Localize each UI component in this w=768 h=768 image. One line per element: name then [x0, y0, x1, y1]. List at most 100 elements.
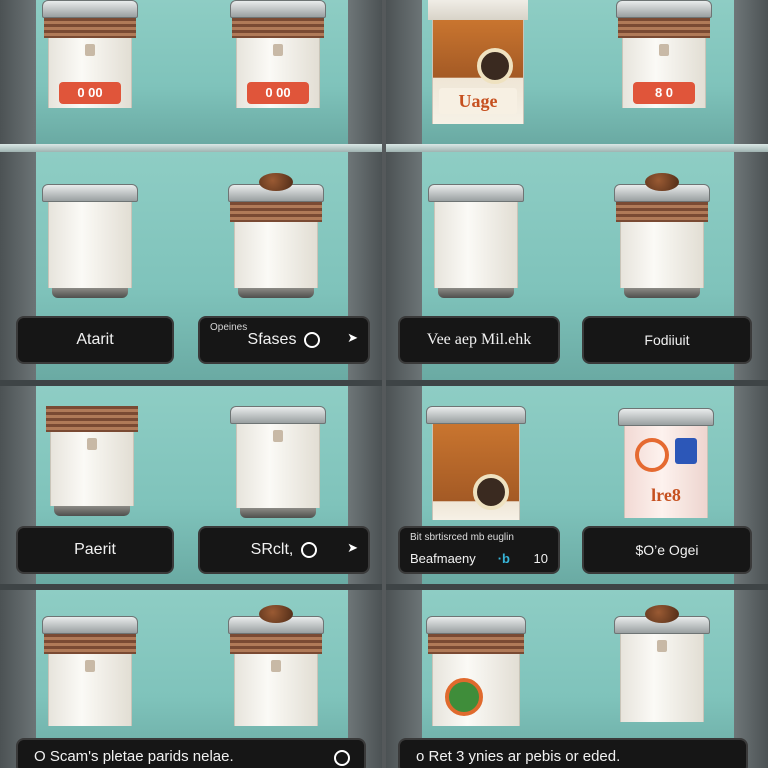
product-label[interactable]: Opeines Sfases ➤ [198, 316, 370, 364]
circle-icon [301, 542, 318, 558]
topping [259, 173, 293, 191]
cup-sticker: Uage [439, 88, 517, 114]
milk-cup-topped[interactable] [228, 173, 324, 298]
shelf-row-3-left: Paerit SRclt, ➤ [0, 386, 382, 590]
cup-sticker: lre8 [651, 485, 681, 505]
cup-band [616, 202, 708, 222]
latte-cup[interactable]: Uage [426, 0, 530, 124]
shelf-row-4-right: o Ret 3 ynies ar pebis or eded. [386, 590, 768, 768]
cup-lid [230, 406, 326, 424]
cup-body [432, 424, 520, 520]
vending-grid: 0 00 0 00 Atarit Opeines Sfases ➤ Paerit… [0, 0, 768, 768]
product-label-subtext: Bit sbrtisrced mb euglin [410, 532, 514, 543]
cup-body: 8 0 [622, 38, 706, 108]
milk-cup-topped[interactable] [614, 605, 710, 722]
cup-band [618, 18, 710, 38]
footer-label-text: o Ret 3 ynies ar pebis or eded. [416, 747, 621, 765]
cup-body [432, 654, 520, 726]
cup-band [44, 18, 136, 38]
cup-tag [87, 438, 97, 450]
price-tag: 8 0 [633, 82, 695, 104]
cup-band [428, 0, 528, 20]
product-label-accent: ·b [497, 551, 510, 566]
cup-body: Uage [432, 20, 524, 124]
printed-cup[interactable] [426, 616, 526, 726]
product-label-text: Vee aep Mil.ehk [426, 331, 532, 348]
shelf-row-3-right: lre8 Bit sbrtisrced mb euglin Beafmaeny … [386, 386, 768, 590]
shelf-divider [0, 144, 382, 152]
milk-cup-topped[interactable] [228, 605, 324, 726]
cup-base [238, 288, 314, 298]
cup-tag [273, 44, 283, 56]
cup-tag [273, 430, 283, 442]
topping [259, 605, 293, 623]
chevron-right-icon[interactable]: ➤ [347, 540, 358, 556]
product-label-subtext: Opeines [210, 322, 248, 333]
cup-body [234, 222, 318, 288]
cup-tag [85, 44, 95, 56]
cup-body [48, 202, 132, 288]
right-column: Uage 8 0 Vee aep Mil.ehk Fodiiuit lre8 B… [386, 0, 768, 768]
cup-base [240, 508, 316, 518]
latte-cup[interactable] [426, 406, 526, 520]
milk-cup[interactable] [428, 184, 524, 298]
product-label[interactable]: Fodiiuit [582, 316, 752, 364]
cup-tag [659, 44, 669, 56]
cup-graphic [635, 438, 669, 472]
product-label[interactable]: SRclt, ➤ [198, 526, 370, 574]
cup-lid [616, 0, 712, 18]
cup-body: lre8 [624, 426, 708, 518]
milk-cup[interactable]: 0 00 [42, 0, 138, 108]
product-label[interactable]: Vee aep Mil.ehk [398, 316, 560, 364]
shelf-row-1-right: Uage 8 0 [386, 0, 768, 150]
cup-band [230, 202, 322, 222]
cup-lid [228, 605, 324, 634]
cup-lid [614, 605, 710, 634]
cup-lid [426, 616, 526, 634]
cup-base [54, 506, 130, 516]
footer-label[interactable]: o Ret 3 ynies ar pebis or eded. [398, 738, 748, 768]
cup-body [620, 634, 704, 722]
milk-cup[interactable] [42, 616, 138, 726]
cup-lid [230, 0, 326, 18]
milk-cup[interactable] [42, 184, 138, 298]
cup-lid [228, 173, 324, 202]
circle-icon [334, 750, 350, 766]
shelf-divider [386, 144, 768, 152]
chevron-right-icon[interactable]: ➤ [347, 330, 358, 346]
milk-cup[interactable] [230, 406, 326, 518]
milk-cup[interactable]: 8 0 [616, 0, 712, 108]
milk-cup-topped[interactable] [614, 173, 710, 298]
product-label[interactable]: Bit sbrtisrced mb euglin Beafmaeny ·b 10 [398, 526, 560, 574]
product-label[interactable]: Atarit [16, 316, 174, 364]
product-label-number: 10 [533, 551, 548, 566]
topping [645, 605, 679, 623]
shelf-row-1-left: 0 00 0 00 [0, 0, 382, 150]
milk-cup[interactable] [44, 406, 140, 516]
cup-body [236, 424, 320, 508]
shelf-row-2-right: Vee aep Mil.ehk Fodiiuit [386, 152, 768, 386]
cup-band [232, 18, 324, 38]
product-label-text: Beafmaeny [410, 551, 476, 566]
pink-cup[interactable]: lre8 [618, 408, 714, 518]
shelf-row-2-left: Atarit Opeines Sfases ➤ [0, 152, 382, 386]
milk-cup[interactable]: 0 00 [230, 0, 326, 108]
cup-body [50, 432, 134, 506]
cup-body: 0 00 [236, 38, 320, 108]
footer-label[interactable]: O Scam's pletae parids nelae. [16, 738, 366, 768]
cup-tag [85, 660, 95, 672]
shelf-row-4-left: O Scam's pletae parids nelae. [0, 590, 382, 768]
topping [645, 173, 679, 191]
cup-lid [428, 184, 524, 202]
cup-band [428, 634, 524, 654]
circle-icon [304, 332, 321, 348]
product-label[interactable]: $O’e Ogei [582, 526, 752, 574]
cup-lid [42, 0, 138, 18]
cup-lid [618, 408, 714, 426]
product-label-text: $O’e Ogei [635, 542, 699, 558]
price-tag: 0 00 [59, 82, 121, 104]
cup-body: 0 00 [48, 38, 132, 108]
product-label-text: Paerit [74, 541, 116, 558]
product-label[interactable]: Paerit [16, 526, 174, 574]
cup-tag [657, 640, 667, 652]
